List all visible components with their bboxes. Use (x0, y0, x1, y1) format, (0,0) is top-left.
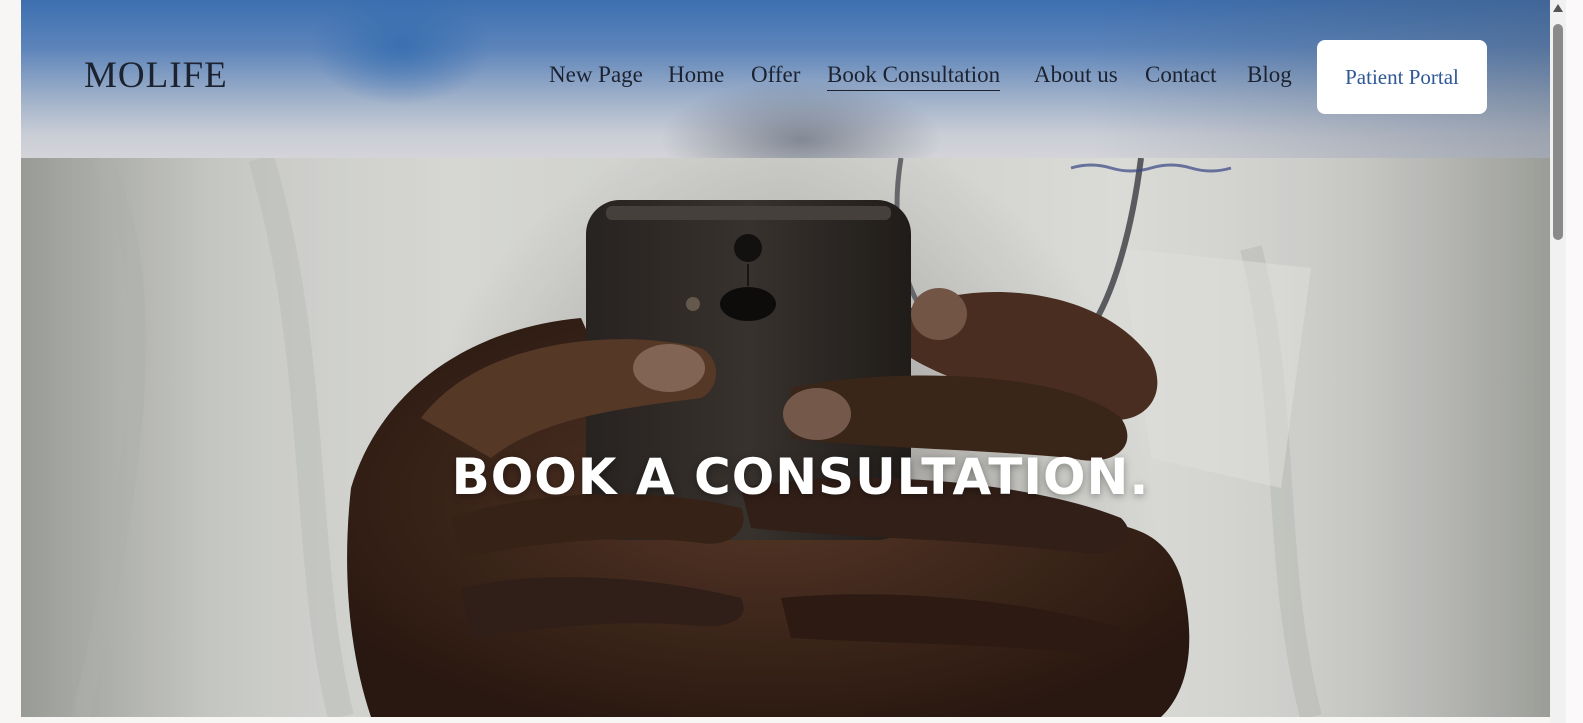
patient-portal-button[interactable]: Patient Portal (1317, 40, 1487, 114)
hero-image (21, 158, 1550, 717)
nav-item-about-us[interactable]: About us (1034, 62, 1118, 88)
nav-item-home[interactable]: Home (668, 62, 724, 88)
page-scrollbar[interactable] (1550, 0, 1566, 723)
page-frame: MOLIFE New Page Home Offer Book Consulta… (21, 0, 1550, 717)
scrollbar-thumb[interactable] (1553, 24, 1563, 240)
site-header: MOLIFE New Page Home Offer Book Consulta… (21, 0, 1550, 158)
window-edge (1566, 0, 1583, 723)
nav-item-book-consultation[interactable]: Book Consultation (827, 62, 1001, 91)
scroll-up-arrow-icon[interactable] (1553, 4, 1563, 12)
nav-item-blog[interactable]: Blog (1247, 62, 1292, 88)
hero-section: BOOK A CONSULTATION. (21, 158, 1550, 717)
site-logo[interactable]: MOLIFE (84, 54, 228, 97)
hero-title: BOOK A CONSULTATION. (451, 448, 1150, 506)
nav-item-new-page[interactable]: New Page (549, 62, 643, 88)
nav-item-offer[interactable]: Offer (751, 62, 800, 88)
nav-item-contact[interactable]: Contact (1145, 62, 1217, 88)
